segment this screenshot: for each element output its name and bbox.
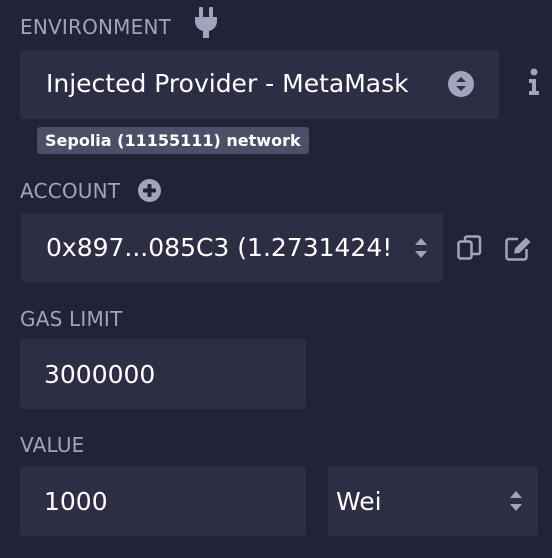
account-select-value: 0x897...085C3 (1.2731424! [46,235,393,260]
gas-limit-label: GAS LIMIT [20,307,123,331]
value-unit: Wei [336,487,382,516]
gas-limit-input[interactable]: 3000000 [20,339,306,409]
value-label: VALUE [20,433,85,457]
network-badge: Sepolia (11155111) network [37,127,309,154]
account-select[interactable]: 0x897...085C3 (1.2731424! [21,213,443,282]
environment-select-value: Injected Provider - MetaMask [46,69,409,98]
gas-limit-value: 3000000 [44,360,156,389]
environment-label: ENVIRONMENT [20,15,172,39]
value-unit-select[interactable]: Wei [328,466,538,536]
environment-select[interactable]: Injected Provider - MetaMask [20,50,499,119]
value-input[interactable]: 1000 [20,466,306,536]
copy-icon[interactable] [457,235,482,261]
chevron-updown-icon [509,489,523,513]
select-arrows-icon [448,71,474,97]
plug-icon [194,7,218,39]
edit-icon[interactable] [505,236,532,261]
account-label: ACCOUNT [20,179,121,203]
chevron-updown-icon [414,236,428,260]
value-amount: 1000 [44,487,108,516]
plus-circle-icon[interactable] [138,179,161,202]
info-icon[interactable] [527,68,541,96]
